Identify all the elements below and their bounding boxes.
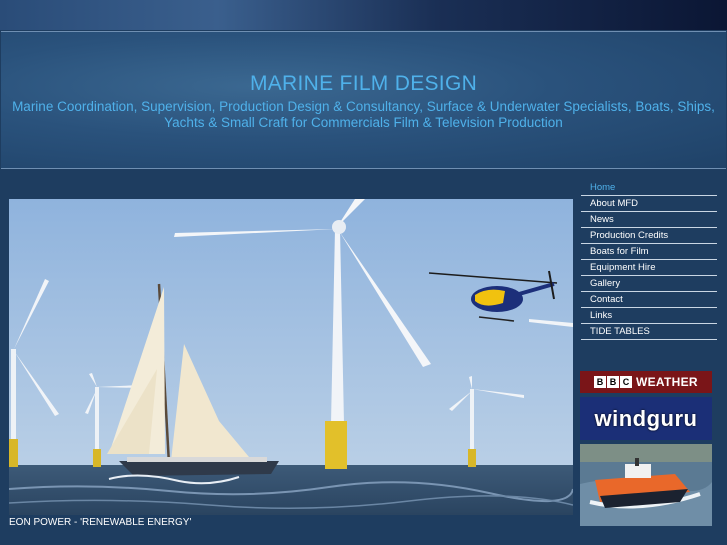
bbc-logo-letter: B	[594, 376, 606, 388]
site-title: MARINE FILM DESIGN	[249, 72, 478, 95]
nav-equipment-hire[interactable]: Equipment Hire	[581, 260, 717, 276]
nav-news[interactable]: News	[581, 212, 717, 228]
site-tagline: Marine Coordination, Supervision, Produc…	[12, 99, 715, 130]
lifeboat-image[interactable]	[580, 444, 712, 526]
photo-caption: EON POWER - 'RENEWABLE ENERGY'	[9, 517, 192, 528]
nav-contact[interactable]: Contact	[581, 292, 717, 308]
bbc-logo-letter: B	[607, 376, 619, 388]
bbc-logo-letter: C	[620, 376, 632, 388]
site-header: MARINE FILM DESIGN Marine Coordination, …	[1, 31, 726, 169]
nav-tide-tables[interactable]: TIDE TABLES	[581, 324, 717, 340]
bbc-weather-link[interactable]: B B C WEATHER	[580, 371, 712, 393]
main-nav: Home About MFD News Production Credits B…	[581, 180, 717, 340]
nav-about[interactable]: About MFD	[581, 196, 717, 212]
nav-gallery[interactable]: Gallery	[581, 276, 717, 292]
top-banner	[0, 0, 727, 30]
nav-production-credits[interactable]: Production Credits	[581, 228, 717, 244]
nav-home[interactable]: Home	[581, 180, 717, 196]
windguru-logo: windguru	[594, 405, 698, 431]
hero-photo	[9, 199, 573, 515]
windguru-link[interactable]: windguru	[580, 397, 712, 440]
nav-links[interactable]: Links	[581, 308, 717, 324]
nav-boats-for-film[interactable]: Boats for Film	[581, 244, 717, 260]
bbc-weather-label: WEATHER	[636, 375, 698, 389]
